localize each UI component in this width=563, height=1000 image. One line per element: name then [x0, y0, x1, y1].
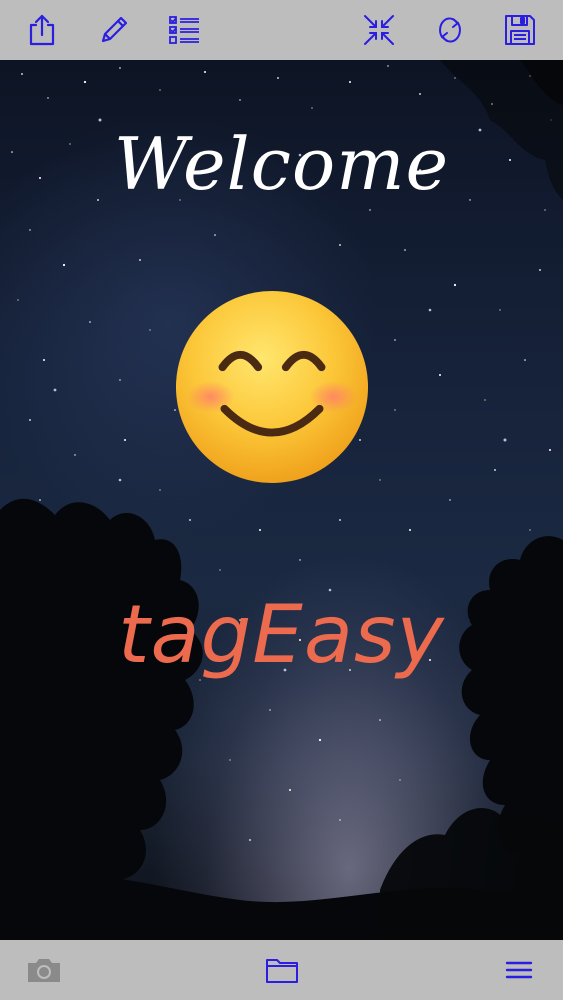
- welcome-screen: Welcome tagEasy: [0, 60, 563, 940]
- folder-icon: [266, 959, 298, 983]
- welcome-title: Welcome: [113, 122, 450, 206]
- checklist-button[interactable]: [162, 8, 206, 52]
- menu-button[interactable]: [497, 948, 541, 992]
- collapse-icon: [364, 15, 394, 45]
- share-button[interactable]: [20, 8, 64, 52]
- save-button[interactable]: [498, 8, 542, 52]
- share-icon: [29, 14, 55, 46]
- bottom-toolbar: [0, 940, 563, 1000]
- edit-button[interactable]: [92, 8, 136, 52]
- camera-icon: [28, 959, 60, 982]
- top-toolbar: [0, 0, 563, 60]
- smiling-face-emoji: [175, 290, 369, 484]
- app-brand-name: tagEasy: [118, 588, 445, 681]
- refresh-button[interactable]: [428, 8, 472, 52]
- collapse-button[interactable]: [357, 8, 401, 52]
- refresh-icon: [439, 17, 461, 43]
- folder-button[interactable]: [260, 948, 304, 992]
- camera-button[interactable]: [22, 948, 66, 992]
- pencil-icon: [101, 16, 128, 43]
- save-icon: [505, 15, 535, 45]
- checklist-icon: [169, 16, 199, 44]
- menu-icon: [505, 961, 533, 979]
